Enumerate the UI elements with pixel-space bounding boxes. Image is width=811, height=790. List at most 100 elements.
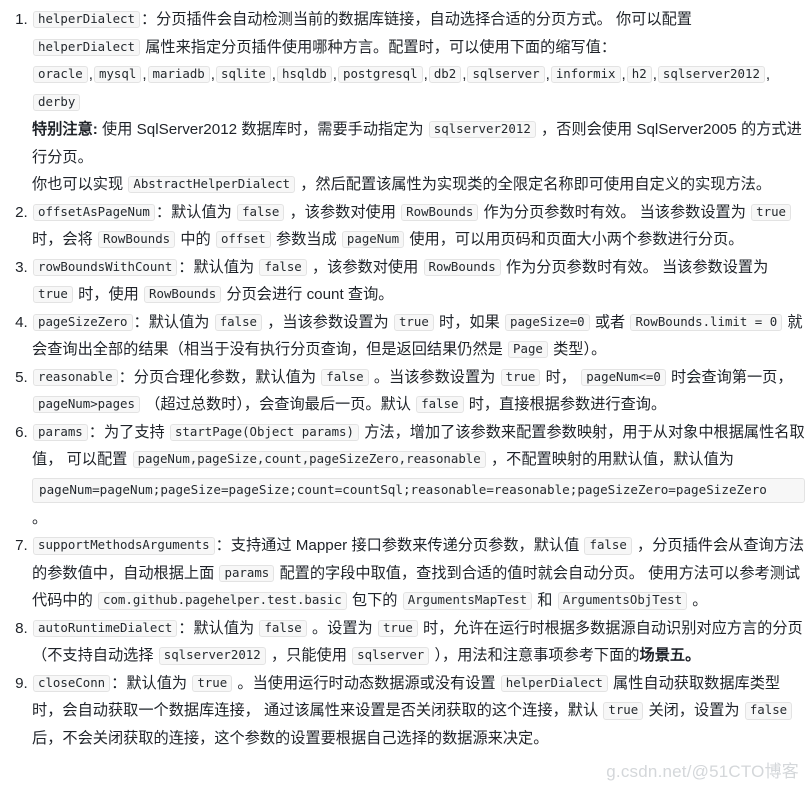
code-chip-start-page-method: startPage(Object params)	[169, 423, 359, 441]
list-item-support-methods-arguments: supportMethodsArguments：支持通过 Mapper 接口参数…	[32, 532, 805, 615]
code-chip-pagenum: pageNum	[341, 231, 405, 249]
code-chip-true: true	[751, 203, 791, 221]
code-chip-test-package: com.github.pagehelper.test.basic	[97, 592, 347, 610]
text-segment: ：分页插件会自动检测当前的数据库链接，自动选择合适的分页方式。 你可以配置	[140, 11, 692, 28]
code-chip-param-name: helperDialect	[33, 11, 140, 29]
code-chip-helper-dialect: helperDialect	[33, 38, 140, 56]
code-chip-params: params	[219, 564, 275, 583]
text-segment: ：默认值为	[178, 258, 259, 276]
text-segment: 使用，可以用页码和页面大小两个参数进行分页。	[405, 231, 744, 248]
list-item-params: params：为了支持 startPage(Object params) 方法，…	[32, 419, 805, 533]
param-paragraph: params：为了支持 startPage(Object params) 方法，…	[32, 419, 805, 474]
code-chip-abstract-helper-dialect: AbstractHelperDialect	[128, 176, 296, 194]
code-chip-page: Page	[508, 341, 548, 359]
code-chip-false: false	[259, 258, 307, 276]
custom-impl-paragraph: 你也可以实现 AbstractHelperDialect ，然后配置该属性为实现…	[32, 171, 805, 199]
param-paragraph: reasonable：分页合理化参数，默认值为 false 。当该参数设置为 t…	[32, 364, 805, 419]
text-segment: 时会查询第一页，	[666, 368, 793, 386]
code-chip-sqlserver2012: sqlserver2012	[428, 121, 536, 139]
documentation-body: helperDialect：分页插件会自动检测当前的数据库链接，自动选择合适的分…	[0, 0, 811, 752]
code-chip-false: false	[744, 702, 793, 720]
text-segment: 参数当成	[271, 231, 341, 248]
text-segment: ），用法和注意事项参考下面的	[430, 647, 640, 665]
text-segment: 。当使用运行时动态数据源或没有设置	[233, 674, 500, 692]
list-item-offset-as-page-num: offsetAsPageNum：默认值为 false ，该参数对使用 RowBo…	[32, 199, 805, 254]
code-chip-param-name: reasonable	[33, 368, 118, 386]
code-chip-true-2: true	[603, 702, 644, 720]
code-chip-dialect-postgresql: postgresql	[338, 66, 423, 84]
text-segment: 。当该参数设置为	[369, 368, 500, 386]
list-item-reasonable: reasonable：分页合理化参数，默认值为 false 。当该参数设置为 t…	[32, 364, 805, 419]
text-segment: 作为分页参数时有效。 当该参数设置为	[479, 203, 751, 221]
text-segment: ：默认值为	[178, 619, 259, 637]
text-segment: 。设置为	[307, 619, 377, 637]
code-chip-rowbounds-2: RowBounds	[97, 231, 176, 249]
text-segment: 后，不会关闭获取的连接，这个参数的设置要根据自己选择的数据源来决定。	[32, 729, 549, 747]
text-segment: 中的	[176, 231, 215, 248]
code-chip-pagesize-zero-expr: pageSize=0	[505, 313, 590, 331]
list-item-page-size-zero: pageSizeZero：默认值为 false ，当该参数设置为 true 时，…	[32, 309, 805, 364]
text-segment: 使用 SqlServer2012 数据库时，需要手动指定为	[97, 121, 428, 138]
code-chip-arguments-obj-test: ArgumentsObjTest	[557, 592, 688, 610]
code-chip-false: false	[259, 619, 307, 638]
text-segment: ：默认值为	[133, 313, 214, 331]
code-chip-dialect-sqlserver: sqlserver	[467, 66, 545, 84]
param-paragraph: offsetAsPageNum：默认值为 false ，该参数对使用 RowBo…	[32, 199, 805, 254]
code-chip-param-mapping-fields: pageNum,pageSize,count,pageSizeZero,reas…	[132, 451, 486, 469]
code-chip-pagenum-gt-pages: pageNum>pages	[33, 396, 140, 414]
param-paragraph: autoRuntimeDialect：默认值为 false 。设置为 true …	[32, 615, 805, 670]
text-segment: 时，直接根据参数进行查询。	[464, 396, 667, 413]
code-chip-true: true	[192, 674, 233, 693]
code-chip-param-name: pageSizeZero	[33, 313, 133, 331]
list-item-helper-dialect: helperDialect：分页插件会自动检测当前的数据库链接，自动选择合适的分…	[32, 6, 805, 199]
code-chip-param-name: supportMethodsArguments	[33, 537, 215, 555]
code-chip-offset: offset	[215, 231, 271, 249]
code-chip-param-name: offsetAsPageNum	[33, 203, 155, 221]
code-chip-rowbounds-limit-expr: RowBounds.limit = 0	[630, 313, 783, 331]
text-segment: 类型）。	[548, 341, 607, 358]
code-chip-dialect-informix: informix	[550, 66, 621, 84]
param-paragraph: closeConn：默认值为 true 。当使用运行时动态数据源或没有设置 he…	[32, 670, 805, 753]
parameter-list: helperDialect：分页插件会自动检测当前的数据库链接，自动选择合适的分…	[6, 6, 805, 752]
list-item-auto-runtime-dialect: autoRuntimeDialect：默认值为 false 。设置为 true …	[32, 615, 805, 670]
list-item-close-conn: closeConn：默认值为 true 。当使用运行时动态数据源或没有设置 he…	[32, 670, 805, 753]
param-paragraph: helperDialect：分页插件会自动检测当前的数据库链接，自动选择合适的分…	[32, 6, 805, 61]
code-chip-false: false	[214, 313, 263, 331]
list-item-row-bounds-with-count: rowBoundsWithCount：默认值为 false ，该参数对使用 Ro…	[32, 254, 805, 309]
text-segment: ：为了支持	[88, 423, 169, 441]
code-chip-true: true	[500, 368, 541, 386]
code-chip-true: true	[393, 313, 434, 331]
code-chip-arguments-map-test: ArgumentsMapTest	[402, 592, 533, 610]
code-chip-dialect-mysql: mysql	[94, 66, 142, 84]
code-chip-dialect-h2: h2	[626, 66, 652, 84]
code-chip-rowbounds: RowBounds	[401, 203, 479, 221]
code-chip-dialect-sqlserver2012: sqlserver2012	[657, 66, 765, 84]
text-segment: 时，	[541, 368, 581, 386]
code-chip-param-name: autoRuntimeDialect	[33, 619, 178, 638]
code-chip-false: false	[584, 537, 632, 555]
params-trailing-punctuation: 。	[32, 509, 48, 527]
code-chip-sqlserver2012: sqlserver2012	[158, 647, 266, 665]
code-chip-false-2: false	[416, 396, 464, 414]
text-segment: ，该参数对使用	[285, 203, 401, 221]
param-paragraph: supportMethodsArguments：支持通过 Mapper 接口参数…	[32, 532, 805, 615]
text-segment: 属性来指定分页插件使用哪种方言。配置时，可以使用下面的缩写值：	[140, 38, 617, 56]
param-paragraph: pageSizeZero：默认值为 false ，当该参数设置为 true 时，…	[32, 309, 805, 364]
text-segment: ，然后配置该属性为实现类的全限定名称即可使用自定义的实现方法。	[296, 176, 772, 193]
code-chip-false: false	[237, 203, 285, 221]
text-segment: 分页会进行 count 查询。	[222, 286, 394, 303]
text-segment: ：默认值为	[111, 674, 192, 692]
text-segment: 。	[688, 592, 708, 610]
scenario-five-reference: 场景五。	[639, 647, 701, 665]
param-paragraph: rowBoundsWithCount：默认值为 false ，该参数对使用 Ro…	[32, 254, 805, 309]
code-chip-helper-dialect: helperDialect	[500, 674, 608, 693]
code-chip-dialect-derby: derby	[33, 93, 81, 111]
text-segment: ，该参数对使用	[307, 258, 423, 276]
text-segment: 包下的	[347, 592, 402, 610]
text-segment: ：默认值为	[155, 203, 237, 221]
code-block-default-params: pageNum=pageNum;pageSize=pageSize;count=…	[32, 477, 805, 503]
code-chip-dialect-mariadb: mariadb	[147, 66, 210, 84]
code-chip-true: true	[33, 286, 73, 304]
text-segment: 或者	[590, 313, 630, 331]
special-note-paragraph: 特别注意: 使用 SqlServer2012 数据库时，需要手动指定为 sqls…	[32, 116, 805, 171]
